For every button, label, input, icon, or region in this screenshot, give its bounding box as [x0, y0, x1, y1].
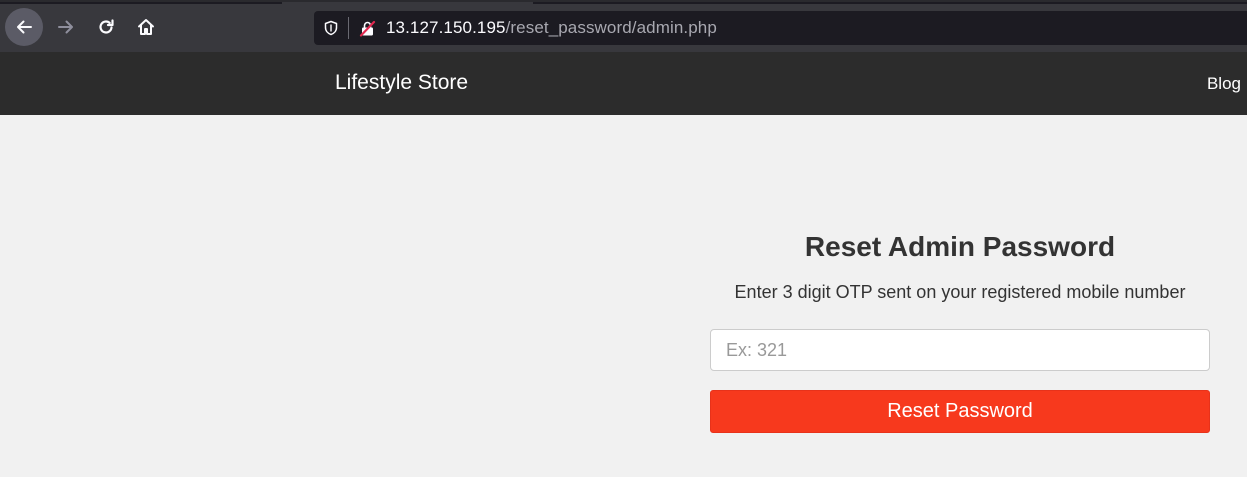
- tab-strip: [533, 2, 1247, 4]
- otp-instruction: Enter 3 digit OTP sent on your registere…: [734, 282, 1186, 302]
- home-icon: [138, 19, 154, 35]
- browser-toolbar: 13.127.150.195/reset_password/admin.php: [0, 0, 1247, 52]
- reload-button[interactable]: [87, 8, 125, 46]
- address-bar-divider: [348, 17, 349, 39]
- home-button[interactable]: [127, 8, 165, 46]
- arrow-left-icon: [17, 20, 32, 34]
- tab-strip: [0, 2, 282, 4]
- url-path: /reset_password/admin.php: [505, 18, 717, 37]
- forward-button[interactable]: [47, 8, 85, 46]
- reload-icon: [99, 19, 114, 34]
- shield-icon[interactable]: [322, 19, 340, 37]
- reset-password-button[interactable]: Reset Password: [710, 390, 1210, 433]
- otp-input[interactable]: [710, 329, 1210, 371]
- back-button[interactable]: [5, 8, 43, 46]
- address-bar[interactable]: 13.127.150.195/reset_password/admin.php: [314, 11, 1247, 45]
- url-host: 13.127.150.195: [386, 18, 506, 37]
- url-text[interactable]: 13.127.150.195/reset_password/admin.php: [386, 18, 717, 38]
- reset-password-panel: Reset Admin Password Enter 3 digit OTP s…: [710, 220, 1210, 433]
- insecure-lock-icon[interactable]: [358, 19, 376, 37]
- nav-link-blog[interactable]: Blog: [1207, 73, 1241, 95]
- brand-link[interactable]: Lifestyle Store: [335, 70, 468, 96]
- site-navbar: Lifestyle Store Blog: [0, 52, 1247, 115]
- page-title: Reset Admin Password: [804, 231, 1116, 262]
- arrow-right-icon: [58, 20, 73, 34]
